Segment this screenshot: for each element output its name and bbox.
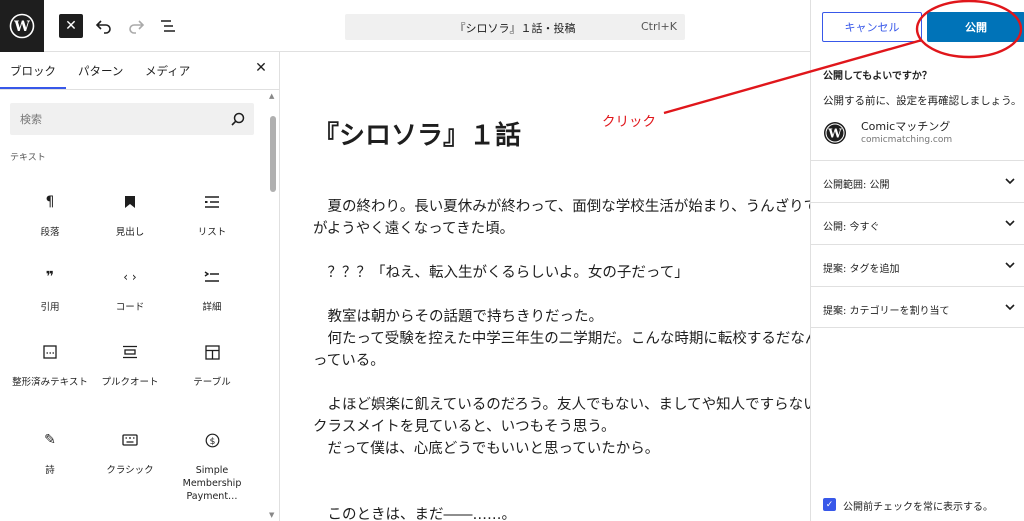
paragraph-5-line-1[interactable]: よほど娯楽に飢えているのだろう。友人でもない、ましてや知人ですらない xyxy=(313,394,810,416)
annotation-click-label: クリック xyxy=(602,114,656,130)
block-search xyxy=(10,103,254,135)
section-label-text: テキスト xyxy=(10,153,46,163)
search-icon[interactable] xyxy=(230,111,246,127)
chevron-down-icon xyxy=(1005,304,1015,311)
tab-blocks[interactable]: ブロック xyxy=(10,63,56,79)
editor-top-bar: W ✕ 『シロソラ』１話・投稿 Ctrl+K xyxy=(0,0,810,52)
block-quote[interactable]: ❞ 引用 xyxy=(10,267,90,314)
close-icon: ✕ xyxy=(65,18,77,34)
verse-icon: ✎ xyxy=(44,432,56,448)
block-heading[interactable]: 見出し xyxy=(90,192,170,239)
chevron-down-icon xyxy=(1005,220,1015,227)
search-input[interactable] xyxy=(10,103,220,135)
publish-date-row[interactable]: 公開: 今すぐ xyxy=(811,202,1024,244)
heading-icon xyxy=(90,192,170,212)
publish-note: 公開する前に、設定を再確認しましょう。 xyxy=(823,95,1022,107)
paragraph-5-line-2[interactable]: クラスメイトを見ていると、いつもそう思う。 xyxy=(313,416,615,438)
svg-text:W: W xyxy=(827,127,842,141)
site-url: comicmatching.com xyxy=(861,135,953,145)
classic-icon xyxy=(90,430,170,450)
pre-publish-panel: キャンセル 公開 公開してもよいですか？ 公開する前に、設定を再確認しましょう。… xyxy=(810,0,1024,521)
publish-button[interactable]: 公開 xyxy=(927,12,1024,42)
block-verse[interactable]: ✎ 詩 xyxy=(10,430,90,477)
tab-media[interactable]: メディア xyxy=(145,63,190,79)
close-inserter-button[interactable]: ✕ xyxy=(59,14,83,38)
site-name: Comicマッチング xyxy=(861,120,951,133)
visibility-row[interactable]: 公開範囲: 公開 xyxy=(811,160,1024,202)
active-tab-indicator xyxy=(0,87,66,89)
block-paragraph[interactable]: ¶ 段落 xyxy=(10,192,90,239)
command-palette-bar[interactable]: 『シロソラ』１話・投稿 Ctrl+K xyxy=(345,14,685,40)
undo-icon xyxy=(95,20,111,34)
inserter-tabs: ブロック パターン メディア ✕ xyxy=(0,52,280,90)
table-icon xyxy=(172,342,252,362)
chevron-down-icon xyxy=(1005,178,1015,185)
list-icon xyxy=(172,192,252,212)
block-classic[interactable]: クラシック xyxy=(90,430,170,477)
cancel-button[interactable]: キャンセル xyxy=(822,12,922,42)
block-pullquote[interactable]: プルクオート xyxy=(90,342,170,389)
pullquote-icon xyxy=(90,342,170,362)
wordpress-logo-icon[interactable]: W xyxy=(0,0,44,52)
paragraph-6[interactable]: だって僕は、心底どうでもいいと思っていたから。 xyxy=(313,438,659,460)
inserter-scrollbar[interactable]: ▲ ▼ xyxy=(268,90,278,521)
block-inserter-panel: ブロック パターン メディア ✕ テキスト ¶ 段落 見出し リスト ❞ 引用 … xyxy=(0,52,280,521)
close-icon[interactable]: ✕ xyxy=(252,60,270,78)
block-table[interactable]: テーブル xyxy=(172,342,252,389)
details-icon xyxy=(172,267,252,287)
scroll-thumb[interactable] xyxy=(270,116,276,192)
always-show-label: 公開前チェックを常に表示する。 xyxy=(843,502,993,513)
redo-button[interactable] xyxy=(124,14,148,38)
block-preformatted[interactable]: 整形済みテキスト xyxy=(10,342,90,389)
chevron-down-icon xyxy=(1005,262,1015,269)
code-icon: ‹ › xyxy=(123,270,137,284)
block-list[interactable]: リスト xyxy=(172,192,252,239)
svg-text:$: $ xyxy=(209,437,215,447)
preformatted-icon xyxy=(10,342,90,362)
svg-text:W: W xyxy=(13,19,30,35)
document-title: 『シロソラ』１話・投稿 xyxy=(454,22,576,35)
payment-icon: $ xyxy=(172,430,252,450)
always-show-checkbox[interactable]: ✓ xyxy=(823,498,836,511)
scroll-down-icon[interactable]: ▼ xyxy=(269,511,274,519)
document-overview-button[interactable] xyxy=(156,14,180,38)
block-simple-membership-payment[interactable]: $ Simple Membership Payment… xyxy=(172,430,252,503)
list-view-icon xyxy=(161,20,175,32)
editor-canvas: 『シロソラ』１話 クリック 夏の終わり。長い夏休みが終わって、面倒な学校生活が始… xyxy=(280,52,810,521)
paragraph-1-line-1[interactable]: 夏の終わり。長い夏休みが終わって、面倒な学校生活が始まり、うんざりて xyxy=(313,196,810,218)
paragraph-1-line-2[interactable]: がようやく遠くなってきた頃。 xyxy=(313,218,514,240)
paragraph-2[interactable]: ？？？「ねえ、転入生がくるらしいよ。女の子だって」 xyxy=(313,262,688,284)
paragraph-4-line-1[interactable]: 何たって受験を控えた中学三年生の二学期だ。こんな時期に転校するだなん xyxy=(313,328,810,350)
shortcut-hint: Ctrl+K xyxy=(640,20,677,33)
block-details[interactable]: 詳細 xyxy=(172,267,252,314)
wordpress-site-icon: W xyxy=(824,122,846,144)
publish-question: 公開してもよいですか？ xyxy=(823,71,932,82)
paragraph-icon: ¶ xyxy=(45,194,55,210)
tab-patterns[interactable]: パターン xyxy=(78,63,123,79)
paragraph-3[interactable]: 教室は朝からその話題で持ちきりだった。 xyxy=(313,306,603,328)
post-title[interactable]: 『シロソラ』１話 xyxy=(313,115,521,152)
undo-button[interactable] xyxy=(92,14,116,38)
paragraph-4-line-2[interactable]: っている。 xyxy=(313,350,385,372)
block-code[interactable]: ‹ › コード xyxy=(90,267,170,314)
quote-icon: ❞ xyxy=(45,269,55,285)
categories-row[interactable]: 提案: カテゴリーを割り当て xyxy=(811,286,1024,328)
tags-row[interactable]: 提案: タグを追加 xyxy=(811,244,1024,286)
scroll-up-icon[interactable]: ▲ xyxy=(269,92,274,100)
redo-icon xyxy=(129,20,145,34)
paragraph-7[interactable]: このときは、まだ――……。 xyxy=(313,504,516,521)
